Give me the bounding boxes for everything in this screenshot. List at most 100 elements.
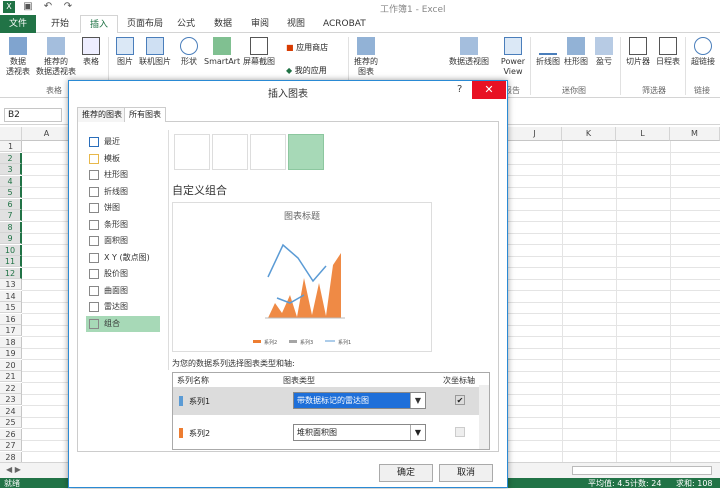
table-button[interactable]: 表格 [78, 37, 104, 67]
tab-acrobat[interactable]: ACROBAT [314, 15, 375, 33]
tab-page-layout[interactable]: 页面布局 [118, 15, 172, 33]
chart-type-item[interactable]: 组合 [86, 315, 160, 332]
row-header[interactable]: 26 [0, 428, 22, 440]
header-series-name: 系列名称 [177, 376, 209, 385]
hyperlink-button[interactable]: 超链接 [688, 37, 718, 67]
tab-data[interactable]: 数据 [205, 15, 241, 33]
sparkline-line-button[interactable]: 折线图 [534, 37, 562, 67]
pivot-table-button[interactable]: 数据 透视表 [3, 37, 33, 77]
smartart-button[interactable]: SmartArt [204, 37, 240, 67]
row-header[interactable]: 1 [0, 141, 22, 152]
column-header[interactable]: A [22, 127, 72, 141]
row-header[interactable]: 8 [0, 221, 22, 233]
row-header[interactable]: 3 [0, 164, 22, 175]
timeline-button[interactable]: 日程表 [654, 37, 682, 67]
row-header[interactable]: 28 [0, 451, 22, 463]
series-chart-type-select[interactable]: 堆积面积图 ▼ [293, 424, 426, 441]
chart-type-item[interactable]: 饼图 [86, 200, 160, 216]
chart-type-item[interactable]: 条形图 [86, 217, 160, 233]
slicer-button[interactable]: 切片器 [624, 37, 652, 67]
chart-type-item[interactable]: X Y (散点图) [86, 250, 160, 266]
tab-home[interactable]: 开始 [42, 15, 78, 33]
pivot-chart-button[interactable]: 数据透视图 [446, 37, 492, 67]
legend-swatch [253, 340, 261, 343]
row-header[interactable]: 14 [0, 290, 22, 302]
combo-clustered-line-secondary-icon[interactable] [212, 134, 248, 170]
recommended-charts-button[interactable]: 推荐的 图表 [352, 37, 380, 77]
chart-type-item[interactable]: 雷达图 [86, 299, 160, 315]
chart-type-item[interactable]: 折线图 [86, 184, 160, 200]
secondary-axis-checkbox[interactable] [455, 427, 465, 437]
sparkline-winloss-button[interactable]: 盈亏 [592, 37, 616, 67]
shapes-button[interactable]: 形状 [176, 37, 202, 67]
tab-insert[interactable]: 插入 [80, 15, 119, 34]
chart-type-item[interactable]: 最近 [86, 134, 160, 150]
row-header[interactable]: 13 [0, 279, 22, 290]
undo-icon[interactable]: ↶ [42, 1, 54, 13]
row-header[interactable]: 6 [0, 198, 22, 210]
row-header[interactable]: 12 [0, 267, 22, 279]
table-scrollbar[interactable] [479, 385, 489, 449]
tab-recommended-charts[interactable]: 推荐的图表 [77, 107, 127, 122]
select-all-corner[interactable] [0, 127, 22, 141]
row-header[interactable]: 15 [0, 302, 22, 313]
tab-view[interactable]: 视图 [278, 15, 314, 33]
column-header[interactable]: J [508, 127, 562, 141]
chart-type-item[interactable]: 柱形图 [86, 167, 160, 183]
pictures-button[interactable]: 图片 [112, 37, 138, 67]
cancel-button[interactable]: 取消 [439, 464, 493, 482]
row-header[interactable]: 9 [0, 233, 22, 244]
column-header[interactable]: L [616, 127, 670, 141]
horizontal-scrollbar[interactable] [572, 466, 712, 475]
row-header[interactable]: 7 [0, 210, 22, 221]
chart-type-item[interactable]: 股价图 [86, 266, 160, 282]
tab-review[interactable]: 审阅 [242, 15, 278, 33]
combo-stacked-area-icon[interactable] [250, 134, 286, 170]
column-header[interactable]: M [670, 127, 720, 141]
redo-icon[interactable]: ↷ [62, 1, 74, 13]
row-header[interactable]: 24 [0, 405, 22, 417]
power-view-button[interactable]: Power View [498, 37, 528, 77]
bar-chart-icon [89, 219, 99, 230]
row-header[interactable]: 25 [0, 417, 22, 428]
chart-type-item[interactable]: 曲面图 [86, 283, 160, 299]
row-header[interactable]: 27 [0, 440, 22, 451]
row-header[interactable]: 17 [0, 325, 22, 336]
tab-all-charts[interactable]: 所有图表 [124, 107, 166, 123]
name-box[interactable]: B2 [4, 108, 62, 122]
screenshot-button[interactable]: 屏幕截图 [240, 37, 278, 67]
row-header[interactable]: 16 [0, 313, 22, 325]
chart-type-item[interactable]: 面积图 [86, 233, 160, 249]
recommended-pivot-button[interactable]: 推荐的 数据透视表 [36, 37, 76, 77]
combo-clustered-line-icon[interactable] [174, 134, 210, 170]
close-button[interactable]: ✕ [472, 81, 506, 99]
chart-type-label: 饼图 [104, 203, 120, 212]
row-header[interactable]: 21 [0, 371, 22, 382]
tab-formulas[interactable]: 公式 [168, 15, 204, 33]
save-icon[interactable]: ▣ [22, 1, 34, 13]
secondary-axis-checkbox[interactable]: ✔ [455, 395, 465, 405]
column-header[interactable]: K [562, 127, 616, 141]
my-apps-button[interactable]: ◆ 我的应用 [286, 65, 327, 76]
row-header[interactable]: 22 [0, 382, 22, 394]
chart-type-item[interactable]: 模板 [86, 151, 160, 167]
online-pictures-button[interactable]: 联机图片 [138, 37, 172, 67]
chart-type-label: 折线图 [104, 186, 128, 196]
row-header[interactable]: 19 [0, 348, 22, 359]
help-button[interactable]: ? [457, 84, 462, 95]
row-header[interactable]: 18 [0, 336, 22, 348]
ok-button[interactable]: 确定 [379, 464, 433, 482]
row-header[interactable]: 11 [0, 256, 22, 267]
row-header[interactable]: 2 [0, 152, 22, 164]
app-store-button[interactable]: ■ 应用商店 [286, 42, 328, 53]
sparkline-column-button[interactable]: 柱形图 [562, 37, 590, 67]
row-header[interactable]: 4 [0, 175, 22, 187]
row-header[interactable]: 23 [0, 394, 22, 405]
series-chart-type-select[interactable]: 带数据标记的雷达图 ▼ [293, 392, 426, 409]
row-header[interactable]: 10 [0, 244, 22, 256]
row-header[interactable]: 5 [0, 187, 22, 198]
sheet-nav-icon[interactable]: ◀ ▶ [6, 465, 21, 474]
tab-file[interactable]: 文件 [0, 15, 37, 33]
combo-custom-icon[interactable] [288, 134, 324, 170]
row-header[interactable]: 20 [0, 359, 22, 371]
